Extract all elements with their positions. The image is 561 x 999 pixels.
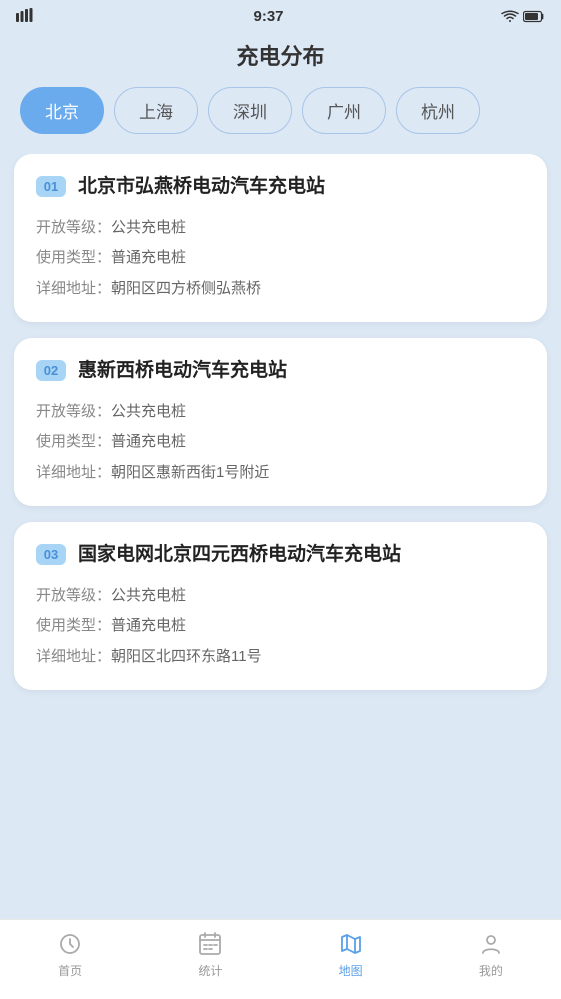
stats-icon xyxy=(196,930,224,958)
home-icon xyxy=(56,930,84,958)
station-number-3: 03 xyxy=(36,544,66,565)
open-level-label-1: 开放等级： xyxy=(36,219,111,236)
open-level-2: 开放等级：公共充电桩 xyxy=(36,401,525,424)
carrier-text xyxy=(16,8,36,25)
station-number-2: 02 xyxy=(36,360,66,381)
city-tab-shenzhen[interactable]: 深圳 xyxy=(208,87,292,134)
nav-label-stats: 统计 xyxy=(198,962,222,979)
city-tab-shanghai[interactable]: 上海 xyxy=(114,87,198,134)
use-type-3: 使用类型：普通充电桩 xyxy=(36,615,525,638)
nav-item-mine[interactable]: 我的 xyxy=(421,930,561,979)
use-type-label-2: 使用类型： xyxy=(36,433,111,450)
nav-label-map: 地图 xyxy=(339,962,363,979)
station-name-3: 国家电网北京四元西桥电动汽车充电站 xyxy=(78,542,401,569)
card-header-1: 01 北京市弘燕桥电动汽车充电站 xyxy=(36,174,525,201)
address-label-2: 详细地址： xyxy=(36,464,111,481)
station-list: 01 北京市弘燕桥电动汽车充电站 开放等级：公共充电桩 使用类型：普通充电桩 详… xyxy=(0,154,561,943)
nav-item-stats[interactable]: 统计 xyxy=(140,930,280,979)
open-level-1: 开放等级：公共充电桩 xyxy=(36,217,525,240)
mine-icon xyxy=(477,930,505,958)
card-info-1: 开放等级：公共充电桩 使用类型：普通充电桩 详细地址：朝阳区四方桥侧弘燕桥 xyxy=(36,217,525,301)
time-display: 9:37 xyxy=(253,8,283,25)
station-card-1: 01 北京市弘燕桥电动汽车充电站 开放等级：公共充电桩 使用类型：普通充电桩 详… xyxy=(14,154,547,322)
station-name-1: 北京市弘燕桥电动汽车充电站 xyxy=(78,174,325,201)
open-level-label-3: 开放等级： xyxy=(36,587,111,604)
card-header-2: 02 惠新西桥电动汽车充电站 xyxy=(36,358,525,385)
card-header-3: 03 国家电网北京四元西桥电动汽车充电站 xyxy=(36,542,525,569)
map-icon xyxy=(337,930,365,958)
address-3: 详细地址：朝阳区北四环东路11号 xyxy=(36,646,525,669)
station-number-1: 01 xyxy=(36,176,66,197)
bottom-nav: 首页 统计 xyxy=(0,919,561,999)
status-icons xyxy=(501,10,545,24)
open-level-label-2: 开放等级： xyxy=(36,403,111,420)
card-info-2: 开放等级：公共充电桩 使用类型：普通充电桩 详细地址：朝阳区惠新西街1号附近 xyxy=(36,401,525,485)
use-type-label-3: 使用类型： xyxy=(36,617,111,634)
nav-label-mine: 我的 xyxy=(479,962,503,979)
nav-label-home: 首页 xyxy=(58,962,82,979)
station-card-2: 02 惠新西桥电动汽车充电站 开放等级：公共充电桩 使用类型：普通充电桩 详细地… xyxy=(14,338,547,506)
station-name-2: 惠新西桥电动汽车充电站 xyxy=(78,358,287,385)
address-label-3: 详细地址： xyxy=(36,648,111,665)
city-tabs: 北京 上海 深圳 广州 杭州 xyxy=(0,87,561,154)
card-info-3: 开放等级：公共充电桩 使用类型：普通充电桩 详细地址：朝阳区北四环东路11号 xyxy=(36,585,525,669)
use-type-2: 使用类型：普通充电桩 xyxy=(36,431,525,454)
city-tab-guangzhou[interactable]: 广州 xyxy=(302,87,386,134)
use-type-label-1: 使用类型： xyxy=(36,249,111,266)
address-label-1: 详细地址： xyxy=(36,280,111,297)
station-card-3: 03 国家电网北京四元西桥电动汽车充电站 开放等级：公共充电桩 使用类型：普通充… xyxy=(14,522,547,690)
status-bar: 9:37 xyxy=(0,0,561,29)
address-1: 详细地址：朝阳区四方桥侧弘燕桥 xyxy=(36,278,525,301)
nav-item-map[interactable]: 地图 xyxy=(281,930,421,979)
nav-item-home[interactable]: 首页 xyxy=(0,930,140,979)
page-title: 充电分布 xyxy=(0,29,561,87)
open-level-3: 开放等级：公共充电桩 xyxy=(36,585,525,608)
use-type-1: 使用类型：普通充电桩 xyxy=(36,247,525,270)
city-tab-hangzhou[interactable]: 杭州 xyxy=(396,87,480,134)
city-tab-beijing[interactable]: 北京 xyxy=(20,87,104,134)
address-2: 详细地址：朝阳区惠新西街1号附近 xyxy=(36,462,525,485)
